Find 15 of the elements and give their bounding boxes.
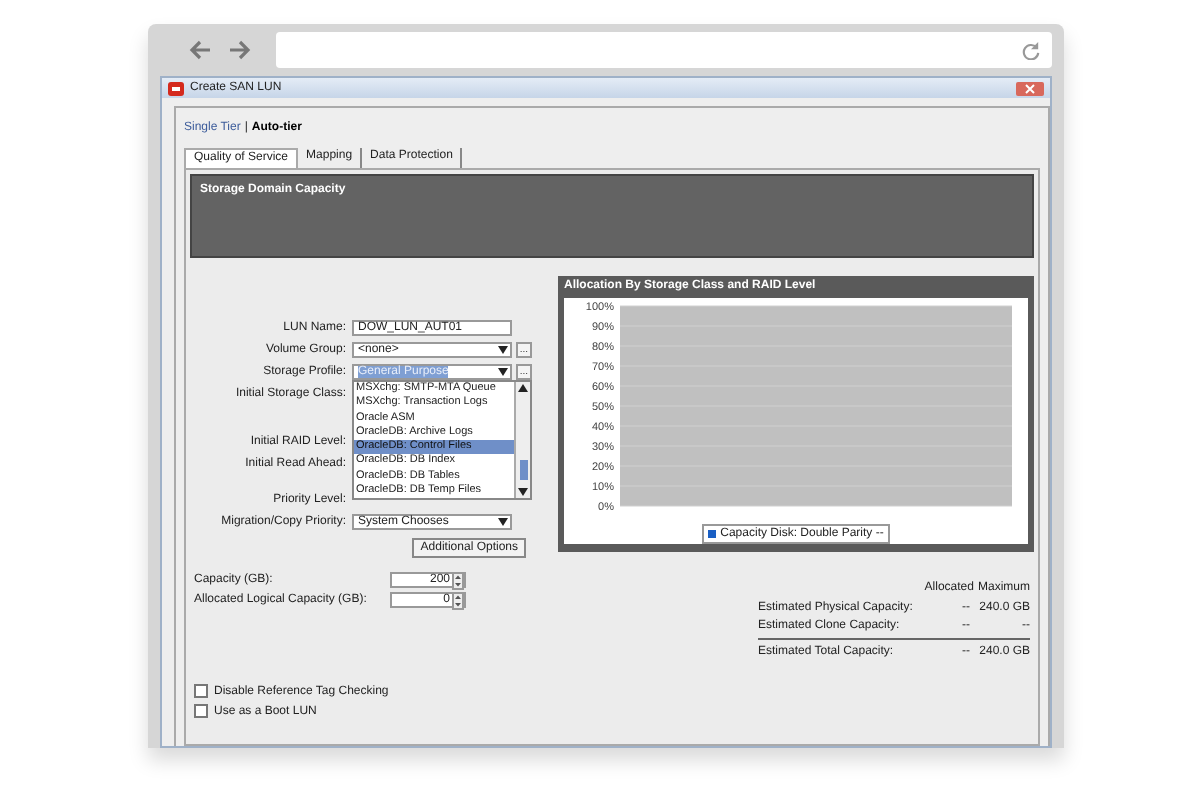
dropdown-arrow-icon [498,367,508,375]
scroll-up-icon[interactable] [518,384,528,392]
dropdown-arrow-icon [498,517,508,525]
close-icon[interactable] [1016,81,1044,95]
checkbox[interactable] [194,684,208,698]
back-icon[interactable] [188,40,212,60]
checkbox[interactable] [194,704,208,718]
scroll-down-icon[interactable] [518,488,528,496]
spinner-icon[interactable] [452,591,464,609]
scrollbar[interactable] [514,382,530,498]
forward-icon[interactable] [228,40,252,60]
dropdown-arrow-icon [498,345,508,353]
reload-icon[interactable] [1022,41,1040,59]
app-icon [168,81,184,95]
spinner-icon[interactable] [452,571,464,589]
